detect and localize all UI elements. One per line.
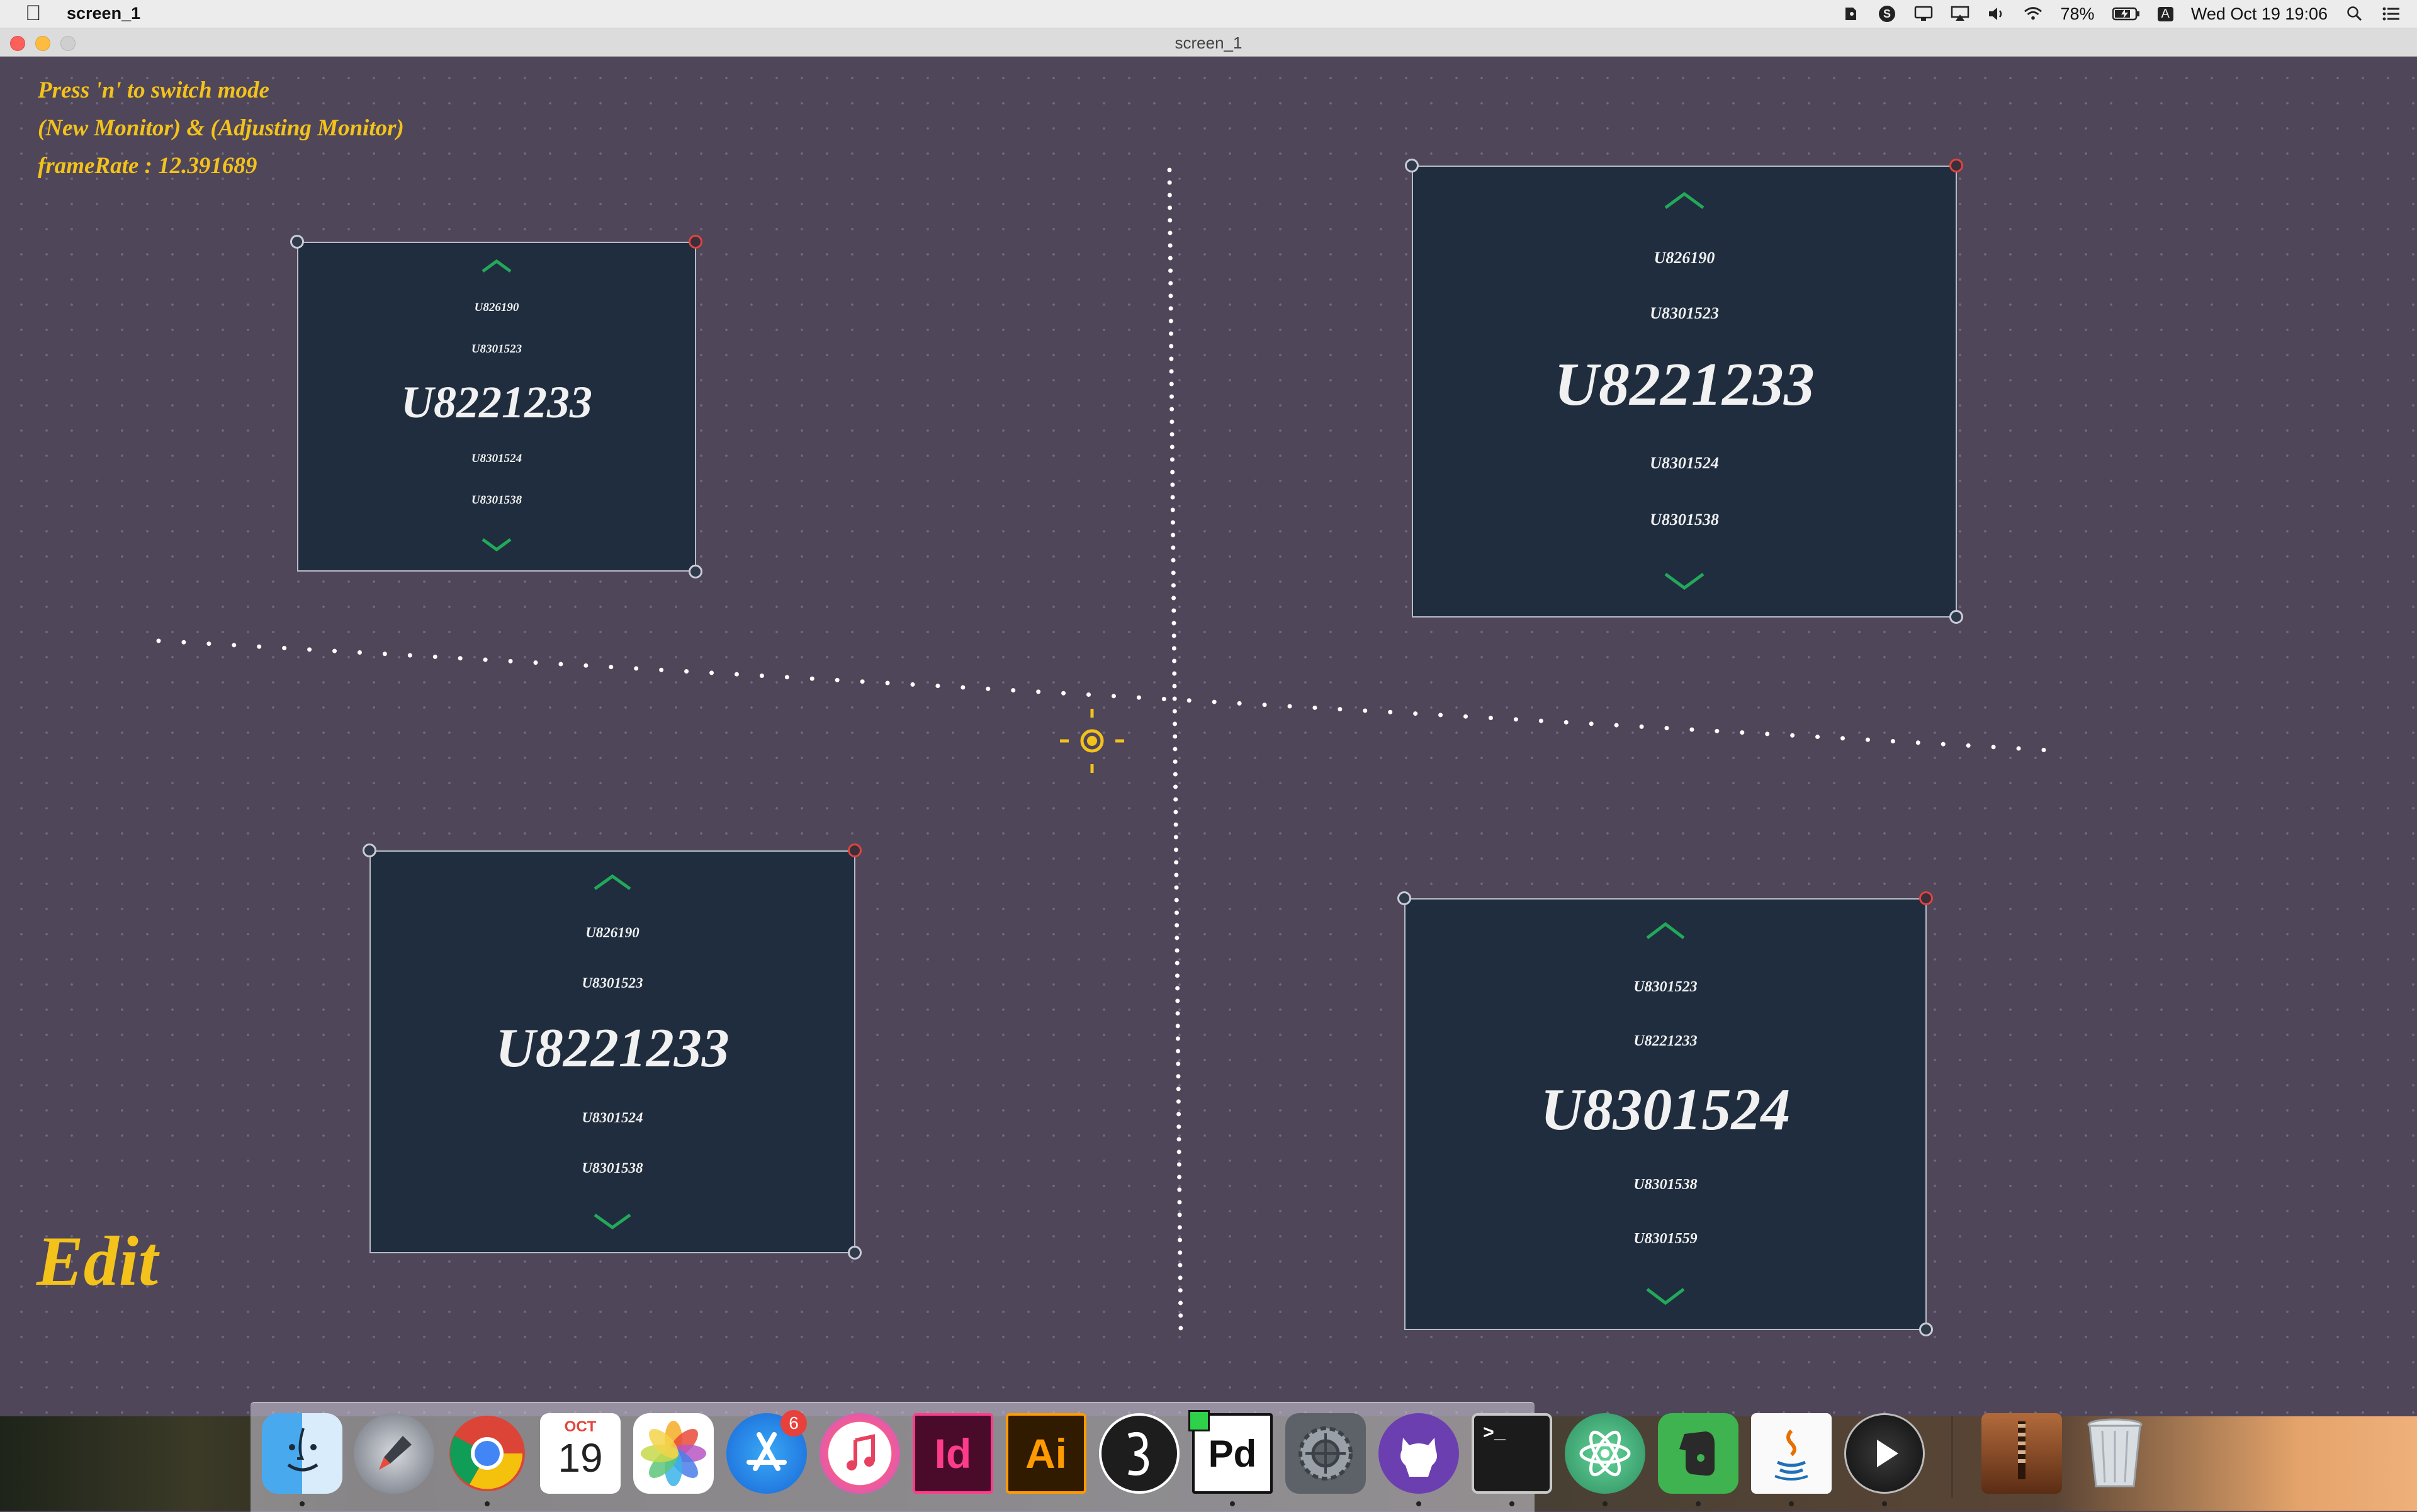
current-id: U8221233 xyxy=(1554,351,1815,419)
monitor-2-handle-top-right[interactable] xyxy=(1949,159,1963,172)
monitor-3-handle-top-left[interactable] xyxy=(363,843,376,857)
github-running-indicator xyxy=(1416,1501,1421,1506)
monitor-3-handle-top-right[interactable] xyxy=(848,843,862,857)
indesign-icon[interactable]: Id xyxy=(913,1413,993,1494)
quicktime-icon[interactable] xyxy=(1844,1413,1925,1494)
pure-data-label: Pd xyxy=(1208,1432,1257,1475)
quicktime-running-indicator xyxy=(1882,1501,1887,1506)
scroll-down-chevron-icon[interactable] xyxy=(1645,1287,1686,1305)
list-item-below-1: U8301524 xyxy=(471,452,522,465)
list-item-above-2: U826190 xyxy=(1654,249,1715,267)
current-id: U8221233 xyxy=(495,1018,730,1079)
list-item-above-1: U8301523 xyxy=(1650,304,1719,322)
scroll-down-chevron-icon[interactable] xyxy=(593,1213,632,1229)
monitor-panel-3[interactable]: U826190 U8301523 U8221233 U8301524 U8301… xyxy=(369,850,855,1253)
atom-icon[interactable] xyxy=(1565,1413,1645,1494)
dock-separator xyxy=(1951,1416,1953,1498)
monitor-panel-4[interactable]: U8301523 U8221233 U8301524 U8301538 U830… xyxy=(1404,898,1927,1330)
calendar-month: OCT xyxy=(564,1418,597,1435)
pure-data-status-square xyxy=(1188,1410,1210,1431)
list-item-below-2: U8301538 xyxy=(1650,511,1719,529)
list-item-above-1: U8301523 xyxy=(471,342,522,356)
monitor-panel-2[interactable]: U826190 U8301523 U8221233 U8301524 U8301… xyxy=(1412,166,1957,618)
illustrator-label: Ai xyxy=(1025,1430,1067,1477)
list-item-below-2: U8301538 xyxy=(582,1160,643,1176)
java-icon[interactable] xyxy=(1751,1413,1832,1494)
list-item-below-2: U8301538 xyxy=(471,494,522,507)
photos-icon[interactable] xyxy=(633,1413,714,1494)
illustrator-icon[interactable]: Ai xyxy=(1006,1413,1086,1494)
pure-data-running-indicator xyxy=(1230,1501,1235,1506)
list-item-below-1: U8301538 xyxy=(1633,1176,1698,1193)
system-preferences-icon[interactable] xyxy=(1285,1413,1366,1494)
list-item-below-1: U8301524 xyxy=(1650,454,1719,472)
archive-utility-icon[interactable] xyxy=(1981,1413,2062,1494)
scroll-up-chevron-icon[interactable] xyxy=(481,259,512,273)
list-item-above-2: U826190 xyxy=(474,301,519,314)
scroll-down-chevron-icon[interactable] xyxy=(1664,572,1705,590)
finder-running-indicator xyxy=(300,1501,305,1506)
monitor-2-handle-top-left[interactable] xyxy=(1405,159,1419,172)
monitor-4-handle-top-right[interactable] xyxy=(1919,891,1933,905)
monitor-1-handle-bottom-right[interactable] xyxy=(689,565,702,578)
scroll-up-chevron-icon[interactable] xyxy=(593,874,632,891)
monitor-panel-1[interactable]: U826190 U8301523 U8221233 U8301524 U8301… xyxy=(297,242,696,572)
scroll-down-chevron-icon[interactable] xyxy=(481,538,512,551)
list-item-above-2: U8301523 xyxy=(1633,979,1698,995)
list-item-above-1: U8221233 xyxy=(1633,1033,1698,1049)
monitor-4-handle-top-left[interactable] xyxy=(1397,891,1411,905)
evernote-icon[interactable] xyxy=(1658,1413,1738,1494)
terminal-running-indicator xyxy=(1509,1501,1514,1506)
crosshair-cursor-icon xyxy=(1060,709,1124,773)
monitor-4-handle-bottom-right[interactable] xyxy=(1919,1323,1933,1336)
monitor-3-handle-bottom-right[interactable] xyxy=(848,1246,862,1260)
edit-mode-label: Edit xyxy=(37,1222,158,1300)
list-item-above-1: U8301523 xyxy=(582,975,643,991)
finder-icon[interactable] xyxy=(262,1413,342,1494)
processing-icon[interactable] xyxy=(1099,1413,1180,1494)
launchpad-icon[interactable] xyxy=(354,1413,434,1494)
chrome-running-indicator xyxy=(485,1501,490,1506)
terminal-prompt-glyph: >_ xyxy=(1483,1423,1506,1445)
trash-icon[interactable] xyxy=(2075,1413,2155,1494)
vertical-dotted-axis xyxy=(1167,167,1183,1337)
java-running-indicator xyxy=(1789,1501,1794,1506)
current-id: U8301524 xyxy=(1540,1077,1791,1142)
evernote-running-indicator xyxy=(1696,1501,1701,1506)
monitor-2-handle-bottom-right[interactable] xyxy=(1949,610,1963,624)
atom-running-indicator xyxy=(1603,1501,1608,1506)
scroll-up-chevron-icon[interactable] xyxy=(1645,922,1686,940)
dotted-axes-overlay xyxy=(156,167,2053,1337)
indesign-label: Id xyxy=(934,1430,972,1477)
github-desktop-icon[interactable] xyxy=(1378,1413,1459,1494)
monitor-1-handle-top-right[interactable] xyxy=(689,235,702,249)
scroll-up-chevron-icon[interactable] xyxy=(1664,192,1705,210)
itunes-icon[interactable] xyxy=(820,1413,900,1494)
calendar-icon[interactable]: OCT 19 xyxy=(540,1413,621,1494)
current-id: U8221233 xyxy=(401,377,592,427)
chrome-icon[interactable] xyxy=(447,1413,527,1494)
calendar-day: 19 xyxy=(558,1435,603,1481)
list-item-below-2: U8301559 xyxy=(1633,1231,1698,1247)
list-item-below-1: U8301524 xyxy=(582,1110,643,1126)
horizontal-dotted-axis xyxy=(156,638,2053,753)
app-store-badge: 6 xyxy=(780,1410,807,1436)
monitor-1-handle-top-left[interactable] xyxy=(290,235,304,249)
list-item-above-2: U826190 xyxy=(585,925,639,940)
terminal-icon[interactable]: >_ xyxy=(1472,1413,1552,1494)
